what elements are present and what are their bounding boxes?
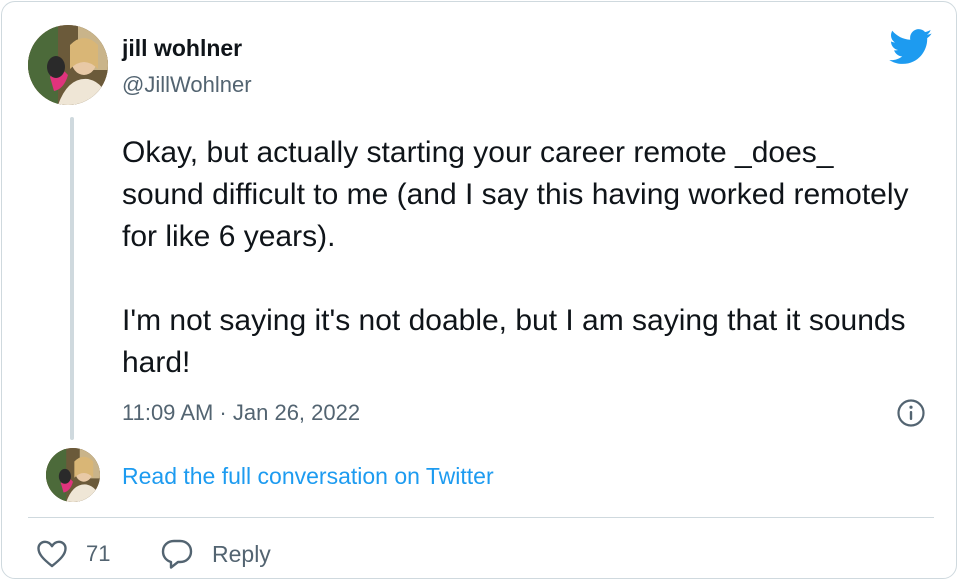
- avatar-photo-illustration: [46, 448, 100, 502]
- tweet-text: Okay, but actually starting your career …: [122, 132, 922, 384]
- tweet-timestamp[interactable]: 11:09 AM · Jan 26, 2022: [122, 400, 360, 426]
- actions-divider: [28, 517, 934, 518]
- like-count: 71: [86, 541, 111, 566]
- like-button[interactable]: 71: [36, 536, 110, 572]
- speech-bubble-icon: [161, 539, 193, 569]
- reply-button[interactable]: Reply: [160, 536, 271, 572]
- avatar-photo-illustration: [28, 25, 108, 105]
- tweet-embed-card: jill wohlner @JillWohlner Okay, but actu…: [1, 1, 957, 579]
- author-handle[interactable]: @JillWohlner: [122, 72, 252, 98]
- info-icon[interactable]: [896, 398, 926, 428]
- read-full-conversation-link[interactable]: Read the full conversation on Twitter: [122, 463, 494, 490]
- author-name[interactable]: jill wohlner: [122, 35, 242, 62]
- conversation-avatar: [46, 448, 100, 502]
- reply-label: Reply: [212, 540, 271, 567]
- heart-icon: [37, 540, 67, 568]
- tweet-paragraph: Okay, but actually starting your career …: [122, 136, 909, 253]
- thread-connector-line: [70, 117, 74, 440]
- twitter-bird-icon[interactable]: [889, 29, 933, 65]
- tweet-paragraph: I'm not saying it's not doable, but I am…: [122, 304, 906, 379]
- author-avatar[interactable]: [28, 25, 108, 105]
